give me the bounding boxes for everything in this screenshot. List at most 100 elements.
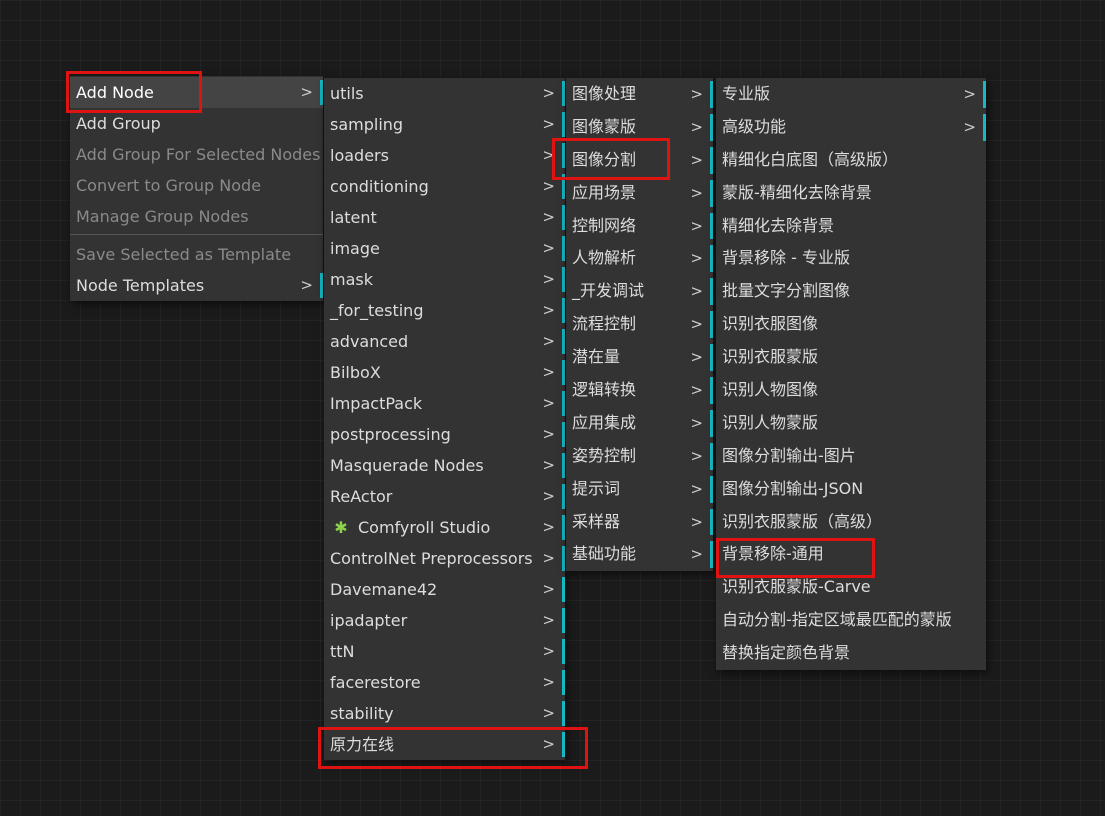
- chevron-right-icon: >: [690, 85, 703, 103]
- menu-item-item-16[interactable]: 自动分割-指定区域最匹配的蒙版: [716, 604, 986, 637]
- menu-item-item-7[interactable]: 流程控制 >: [566, 308, 713, 341]
- submenu-indicator: [562, 143, 565, 168]
- menu-item-add-group-for-selected[interactable]: Add Group For Selected Nodes: [70, 139, 323, 170]
- menu-item-manage-group-nodes[interactable]: Manage Group Nodes: [70, 201, 323, 232]
- menu-item-item-14[interactable]: 背景移除-通用: [716, 538, 986, 571]
- menu-item-utils[interactable]: utils >: [324, 78, 565, 109]
- menu-item-davemane42[interactable]: Davemane42 >: [324, 574, 565, 605]
- menu-item-label: 替换指定颜色背景: [722, 643, 851, 663]
- chevron-right-icon: >: [542, 270, 555, 288]
- chevron-right-icon: >: [542, 239, 555, 257]
- menu-item-label: 识别衣服图像: [722, 314, 819, 334]
- menu-item-add-group[interactable]: Add Group: [70, 108, 323, 139]
- menu-item-label: BilboX: [330, 363, 381, 382]
- menu-item-carve[interactable]: 识别衣服蒙版-Carve: [716, 571, 986, 604]
- menu-item-label: stability: [330, 704, 394, 723]
- submenu-indicator: [562, 236, 565, 261]
- chevron-right-icon: >: [542, 146, 555, 164]
- menu-item-loaders[interactable]: loaders >: [324, 140, 565, 171]
- menu-item-label: 原力在线: [330, 735, 395, 754]
- menu-item-item-1[interactable]: 图像蒙版 >: [566, 111, 713, 144]
- menu-item-item-4[interactable]: 精细化去除背景: [716, 210, 986, 243]
- menu-item-label: Davemane42: [330, 580, 438, 599]
- menu-item-item-3[interactable]: 应用场景 >: [566, 177, 713, 210]
- menu-item-item-1[interactable]: 高级功能 >: [716, 111, 986, 144]
- menu-item-label: 精细化去除背景: [722, 215, 835, 235]
- menu-item-latent[interactable]: latent >: [324, 202, 565, 233]
- menu-item-ttn[interactable]: ttN >: [324, 636, 565, 667]
- menu-item-item-17[interactable]: 替换指定颜色背景: [716, 637, 986, 670]
- submenu-indicator: [562, 639, 565, 664]
- menu-item-item-6[interactable]: _开发调试 >: [566, 275, 713, 308]
- submenu-indicator: [710, 311, 713, 339]
- menu-item-item-6[interactable]: 批量文字分割图像: [716, 275, 986, 308]
- menu-item-label: Node Templates: [76, 276, 205, 295]
- menu-item-item-8[interactable]: 识别衣服蒙版: [716, 341, 986, 374]
- menu-item-item-11[interactable]: 姿势控制 >: [566, 440, 713, 473]
- menu-item-item-0[interactable]: 图像处理 >: [566, 78, 713, 111]
- submenu-indicator: [320, 273, 323, 298]
- menu-item-impactpack[interactable]: ImpactPack >: [324, 388, 565, 419]
- menu-item-label: Add Node: [76, 83, 154, 102]
- menu-item-for-testing[interactable]: _for_testing >: [324, 295, 565, 326]
- submenu-indicator: [562, 577, 565, 602]
- menu-item-item-8[interactable]: 潜在量 >: [566, 341, 713, 374]
- submenu-indicator: [710, 146, 713, 174]
- menu-item-label: _开发调试: [572, 281, 645, 301]
- menu-item-item-13[interactable]: 采样器 >: [566, 506, 713, 539]
- menu-item-label: 识别衣服蒙版-Carve: [722, 577, 871, 597]
- menu-item-item-4[interactable]: 控制网络 >: [566, 210, 713, 243]
- menu-item-label: Manage Group Nodes: [76, 207, 249, 226]
- menu-item-item-10[interactable]: 应用集成 >: [566, 407, 713, 440]
- submenu-indicator: [562, 484, 565, 509]
- context-menu-yuanli: 图像处理 > 图像蒙版 > 图像分割 > 应用场景 > 控制网络 > 人物解析 > _开发调试 > 流程控制…: [566, 78, 713, 572]
- menu-item-item-3[interactable]: 蒙版-精细化去除背景: [716, 177, 986, 210]
- menu-item-item-11[interactable]: 图像分割输出-图片: [716, 440, 986, 473]
- chevron-right-icon: >: [690, 216, 703, 235]
- menu-item-comfyroll-studio[interactable]: ✱ Comfyroll Studio >: [324, 512, 565, 543]
- menu-item-node-templates[interactable]: Node Templates >: [70, 270, 323, 301]
- menu-item-mask[interactable]: mask >: [324, 264, 565, 295]
- menu-item-image[interactable]: image >: [324, 233, 565, 264]
- menu-item-sampling[interactable]: sampling >: [324, 109, 565, 140]
- menu-item-postprocessing[interactable]: postprocessing >: [324, 419, 565, 450]
- menu-item-label: 精细化白底图（高级版）: [722, 149, 899, 169]
- menu-item-add-node[interactable]: Add Node >: [70, 77, 323, 108]
- menu-item-controlnet-preprocessors[interactable]: ControlNet Preprocessors >: [324, 543, 565, 574]
- menu-item-item-9[interactable]: 识别人物图像: [716, 374, 986, 407]
- menu-item-item-14[interactable]: 基础功能 >: [566, 538, 713, 571]
- menu-item-item-0[interactable]: 专业版 >: [716, 78, 986, 111]
- chevron-right-icon: >: [542, 673, 555, 691]
- menu-item-label: 识别衣服蒙版: [722, 347, 819, 367]
- menu-item-bilbox[interactable]: BilboX >: [324, 357, 565, 388]
- menu-item-json[interactable]: 图像分割输出-JSON: [716, 473, 986, 506]
- menu-item-item-12[interactable]: 提示词 >: [566, 473, 713, 506]
- menu-item-ipadapter[interactable]: ipadapter >: [324, 605, 565, 636]
- submenu-indicator: [710, 212, 713, 240]
- menu-item-advanced[interactable]: advanced >: [324, 326, 565, 357]
- menu-item-label: 图像分割: [572, 149, 637, 169]
- menu-item-item-9[interactable]: 逻辑转换 >: [566, 374, 713, 407]
- menu-item-item-7[interactable]: 识别衣服图像: [716, 308, 986, 341]
- menu-item-item-10[interactable]: 识别人物蒙版: [716, 407, 986, 440]
- menu-item-item-5[interactable]: 背景移除 - 专业版: [716, 242, 986, 275]
- submenu-indicator: [710, 442, 713, 470]
- menu-item-conditioning[interactable]: conditioning >: [324, 171, 565, 202]
- menu-item-item-5[interactable]: 人物解析 >: [566, 242, 713, 275]
- menu-item-reactor[interactable]: ReActor >: [324, 481, 565, 512]
- menu-item-label: ttN: [330, 642, 355, 661]
- menu-item-facerestore[interactable]: facerestore >: [324, 667, 565, 698]
- menu-item-convert-to-group-node[interactable]: Convert to Group Node: [70, 170, 323, 201]
- menu-item-item-2[interactable]: 精细化白底图（高级版）: [716, 144, 986, 177]
- chevron-right-icon: >: [542, 332, 555, 350]
- menu-item-stability[interactable]: stability >: [324, 698, 565, 729]
- menu-item-item-21[interactable]: 原力在线 >: [324, 729, 565, 760]
- submenu-indicator: [562, 453, 565, 478]
- menu-item-label: mask: [330, 270, 373, 289]
- menu-item-save-selected-as-template[interactable]: Save Selected as Template: [70, 239, 323, 270]
- menu-item-item-13[interactable]: 识别衣服蒙版（高级）: [716, 506, 986, 539]
- menu-item-item-2[interactable]: 图像分割 >: [566, 144, 713, 177]
- menu-item-label: facerestore: [330, 673, 421, 692]
- menu-item-masquerade-nodes[interactable]: Masquerade Nodes >: [324, 450, 565, 481]
- chevron-right-icon: >: [542, 208, 555, 226]
